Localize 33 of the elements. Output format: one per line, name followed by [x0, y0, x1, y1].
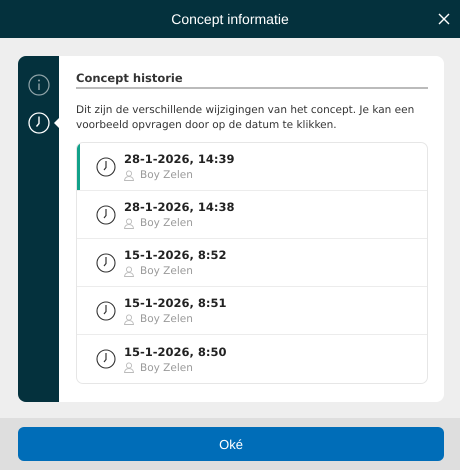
info-icon[interactable]: [28, 74, 50, 96]
version-date: 28-1-2026, 14:39: [124, 152, 235, 166]
close-icon[interactable]: [436, 11, 452, 27]
user-icon: [124, 218, 134, 228]
user-icon: [124, 266, 134, 276]
author-name: Boy Zelen: [140, 362, 193, 374]
clock-icon[interactable]: [28, 112, 50, 134]
clock-icon: [96, 204, 116, 224]
window-title: Concept informatie: [171, 11, 289, 27]
clock-icon: [96, 349, 116, 369]
clock-icon: [96, 300, 116, 320]
selection-pointer: [54, 118, 59, 128]
version-date: 15-1-2026, 8:50: [124, 344, 227, 358]
version-item[interactable]: 15-1-2026, 8:50 Boy Zelen: [77, 335, 427, 383]
version-item[interactable]: 15-1-2026, 8:52 Boy Zelen: [77, 239, 427, 287]
version-item[interactable]: 28-1-2026, 14:39 Boy Zelen: [77, 143, 427, 191]
ok-button[interactable]: Oké: [18, 427, 444, 461]
author-name: Boy Zelen: [140, 217, 193, 229]
author-name: Boy Zelen: [140, 313, 193, 325]
clock-icon: [96, 252, 116, 272]
user-icon: [124, 362, 134, 373]
author-name: Boy Zelen: [140, 169, 193, 181]
author-name: Boy Zelen: [140, 265, 193, 277]
version-item[interactable]: 15-1-2026, 8:51 Boy Zelen: [77, 287, 427, 335]
clock-icon: [96, 156, 116, 176]
user-icon: [124, 314, 134, 324]
version-date: 28-1-2026, 14:38: [124, 200, 235, 214]
version-item[interactable]: 28-1-2026, 14:38 Boy Zelen: [77, 191, 427, 239]
section-title: Concept historie: [76, 71, 428, 89]
description: Dit zijn de verschillende wijzigingen van het concept. Je kan een voorbeeld opvragen door op de datum te klikken.: [76, 103, 416, 133]
version-date: 15-1-2026, 8:51: [124, 296, 227, 310]
version-date: 15-1-2026, 8:52: [124, 248, 227, 262]
user-icon: [124, 170, 134, 180]
